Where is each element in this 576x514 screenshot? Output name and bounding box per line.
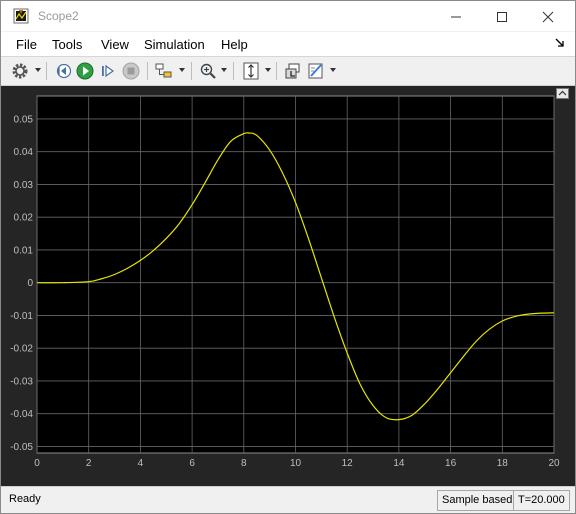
- restore-layout-icon[interactable]: [283, 61, 303, 81]
- run-icon[interactable]: [75, 61, 95, 81]
- zoom-icon[interactable]: [198, 61, 218, 81]
- sample-mode-indicator: Sample based: [437, 490, 518, 511]
- status-text: Ready: [9, 493, 41, 505]
- scope-display: 0 2 4 6 8 10 12 14 16 18 20 0.05 0.04 0.03 0.02 0.01 0 -0…: [1, 86, 575, 486]
- x-tick-label: 14: [393, 458, 405, 469]
- title-bar[interactable]: Scope2: [1, 1, 575, 31]
- maximize-icon: [497, 12, 507, 23]
- sim-time-indicator: T=20.000: [513, 490, 570, 511]
- scope-app-icon: [13, 8, 29, 24]
- maximize-button[interactable]: [479, 1, 525, 31]
- toolbar-separator: [147, 62, 148, 80]
- x-tick-label: 0: [34, 458, 40, 469]
- close-button[interactable]: [525, 1, 571, 31]
- x-tick-label: 10: [290, 458, 302, 469]
- step-forward-icon[interactable]: [98, 61, 118, 81]
- x-tick-label: 20: [548, 458, 560, 469]
- toolbar-separator: [233, 62, 234, 80]
- zoom-dropdown-arrow-icon[interactable]: [221, 68, 227, 72]
- x-tick-label: 4: [138, 458, 144, 469]
- undock-icon[interactable]: [556, 88, 569, 99]
- y-tick-label: 0.05: [14, 114, 34, 125]
- y-tick-label: -0.01: [10, 311, 33, 322]
- style-dropdown-arrow-icon[interactable]: [330, 68, 336, 72]
- y-tick-label: 0.01: [14, 245, 34, 256]
- toolbar: [1, 57, 575, 86]
- minimize-button[interactable]: [433, 1, 479, 31]
- highlight-block-icon[interactable]: [154, 61, 174, 81]
- scope-window: Scope2 File Tools View Simulation Help 0…: [0, 0, 576, 514]
- y-tick-label: 0: [27, 278, 33, 289]
- y-tick-label: 0.04: [14, 147, 34, 158]
- y-tick-label: -0.05: [10, 442, 33, 453]
- style-icon[interactable]: [306, 61, 326, 81]
- stop-icon[interactable]: [121, 61, 141, 81]
- menu-bar: File Tools View Simulation Help: [1, 32, 575, 57]
- x-tick-label: 2: [86, 458, 92, 469]
- x-tick-label: 6: [189, 458, 195, 469]
- step-back-icon[interactable]: [53, 61, 73, 81]
- settings-dropdown-arrow-icon[interactable]: [35, 68, 41, 72]
- window-title: Scope2: [38, 9, 79, 23]
- toolbar-separator: [276, 62, 277, 80]
- menu-view[interactable]: View: [101, 37, 129, 52]
- scale-axes-icon[interactable]: [241, 61, 261, 81]
- highlight-dropdown-arrow-icon[interactable]: [179, 68, 185, 72]
- y-tick-label: -0.03: [10, 376, 33, 387]
- y-tick-label: 0.03: [14, 180, 34, 191]
- status-bar: Ready Sample based T=20.000: [1, 486, 575, 513]
- y-tick-label: 0.02: [14, 213, 34, 224]
- dock-arrow-icon[interactable]: [555, 38, 565, 48]
- toolbar-separator: [46, 62, 47, 80]
- menu-tools[interactable]: Tools: [52, 37, 82, 52]
- scale-dropdown-arrow-icon[interactable]: [265, 68, 271, 72]
- x-tick-label: 16: [445, 458, 457, 469]
- menu-help[interactable]: Help: [221, 37, 248, 52]
- x-tick-label: 12: [342, 458, 354, 469]
- x-tick-label: 18: [497, 458, 509, 469]
- y-tick-label: -0.04: [10, 409, 33, 420]
- toolbar-separator: [191, 62, 192, 80]
- scope-plot[interactable]: 0 2 4 6 8 10 12 14 16 18 200.050.040.030.020.010-0…: [1, 86, 575, 486]
- y-tick-label: -0.02: [10, 344, 33, 355]
- menu-simulation[interactable]: Simulation: [144, 37, 205, 52]
- x-tick-label: 8: [241, 458, 247, 469]
- minimize-icon: [451, 16, 461, 18]
- close-icon: [542, 11, 554, 23]
- menu-file[interactable]: File: [16, 37, 37, 52]
- settings-icon[interactable]: [10, 61, 30, 81]
